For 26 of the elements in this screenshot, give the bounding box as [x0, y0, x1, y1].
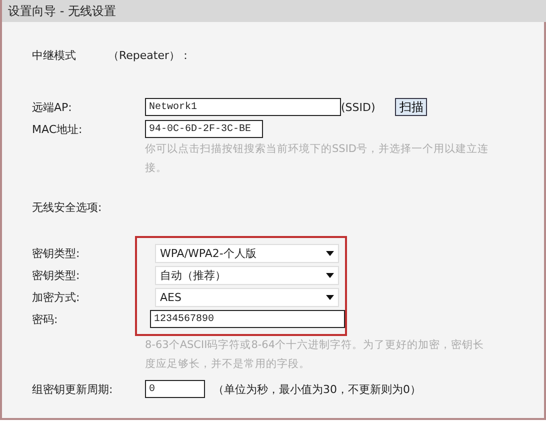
group-key-field[interactable]: 0	[145, 380, 205, 398]
field-label: 加密方式:	[32, 290, 81, 304]
scan-hint: 你可以点击扫描按钮搜索当前环境下的SSID号，并选择一个用以建立连接。	[145, 142, 490, 176]
dropdown[interactable]: 自动（推荐）	[155, 266, 339, 284]
mode-value: （Repeater）：	[108, 48, 192, 62]
dropdown[interactable]: AES	[155, 288, 339, 306]
field-label: MAC地址:	[32, 122, 84, 136]
field-label: 密钥类型:	[32, 246, 81, 260]
dropdown[interactable]: WPA/WPA2-个人版	[155, 244, 339, 262]
scan-button[interactable]: 扫描	[395, 98, 428, 116]
mode-label: 中继模式	[32, 48, 77, 62]
field-label: 密码:	[32, 312, 59, 326]
field-label: 组密钥更新周期:	[32, 382, 114, 396]
ssid-suffix: (SSID)	[341, 100, 376, 114]
caret-icon	[326, 272, 334, 278]
window-title: 设置向导 - 无线设置	[0, 0, 546, 22]
password-hint: 8-63个ASCII码字符或8-64个十六进制字符。为了更好的加密，密钥长度应足够长，并不是常用的字段。	[145, 338, 486, 372]
caret-icon	[326, 294, 334, 300]
password-field[interactable]: 1234567890	[150, 310, 345, 328]
field-label: 密钥类型:	[32, 268, 81, 282]
field-label: 远端AP:	[32, 100, 73, 114]
section-heading: 无线安全选项:	[32, 200, 102, 214]
ssid-field[interactable]: Network1	[145, 98, 341, 116]
group-key-note: （单位为秒，最小值为30，不更新则为0）	[213, 382, 421, 396]
mac-field[interactable]: 94-0C-6D-2F-3C-BE	[145, 120, 263, 138]
caret-icon	[326, 250, 334, 256]
